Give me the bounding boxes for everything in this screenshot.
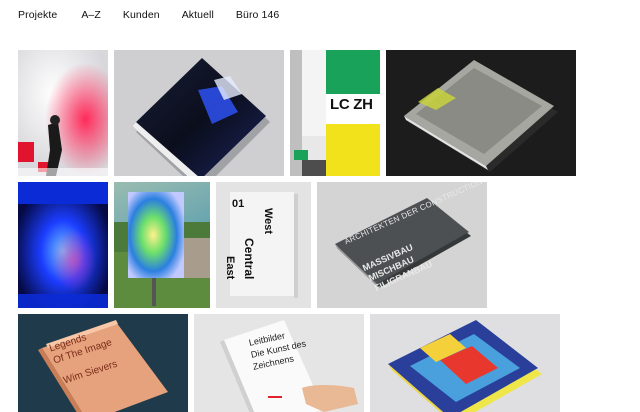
lczh-logo-text: LC ZH <box>330 96 373 113</box>
project-image <box>370 314 560 412</box>
main-nav: Projekte A–Z Kunden Aktuell Büro 146 <box>18 9 279 21</box>
project-image <box>114 182 210 308</box>
project-tile-blue-poster[interactable] <box>18 182 108 308</box>
project-tile-colorful-book-stack[interactable] <box>370 314 560 412</box>
central-book-number: 01 <box>232 198 245 210</box>
project-tile-lczh-poster[interactable]: LC ZH <box>290 50 380 176</box>
project-image <box>114 50 284 176</box>
nav-link-aktuell[interactable]: Aktuell <box>182 9 214 21</box>
project-tile-red-blur-poster[interactable] <box>18 50 108 176</box>
project-tile-architektur-book[interactable]: ARCHITEKTEN DER CONSTRUCTION MASSIVBAU M… <box>317 182 487 308</box>
project-tile-outdoor-poster[interactable] <box>114 182 210 308</box>
nav-link-buero-146[interactable]: Büro 146 <box>236 9 279 21</box>
project-tile-leitbilder-book[interactable]: Leitbilder Die Kunst des Zeichnens <box>194 314 364 412</box>
central-book-west: West <box>262 208 274 235</box>
nav-link-a-z[interactable]: A–Z <box>81 9 101 21</box>
project-tile-central-book[interactable]: 01 West Central East <box>216 182 311 308</box>
central-book-east: East <box>224 256 236 280</box>
nav-link-kunden[interactable]: Kunden <box>123 9 160 21</box>
project-tile-legends-book[interactable]: Legends Of The Image Wim Sievers <box>18 314 188 412</box>
project-tile-illustrated-book[interactable] <box>386 50 576 176</box>
project-image <box>18 182 108 308</box>
project-image <box>18 50 108 176</box>
nav-link-projekte[interactable]: Projekte <box>18 9 57 21</box>
project-tile-dark-book[interactable] <box>114 50 284 176</box>
project-image <box>290 50 380 176</box>
project-image <box>216 182 311 308</box>
central-book-central: Central <box>242 238 256 280</box>
project-image <box>386 50 576 176</box>
